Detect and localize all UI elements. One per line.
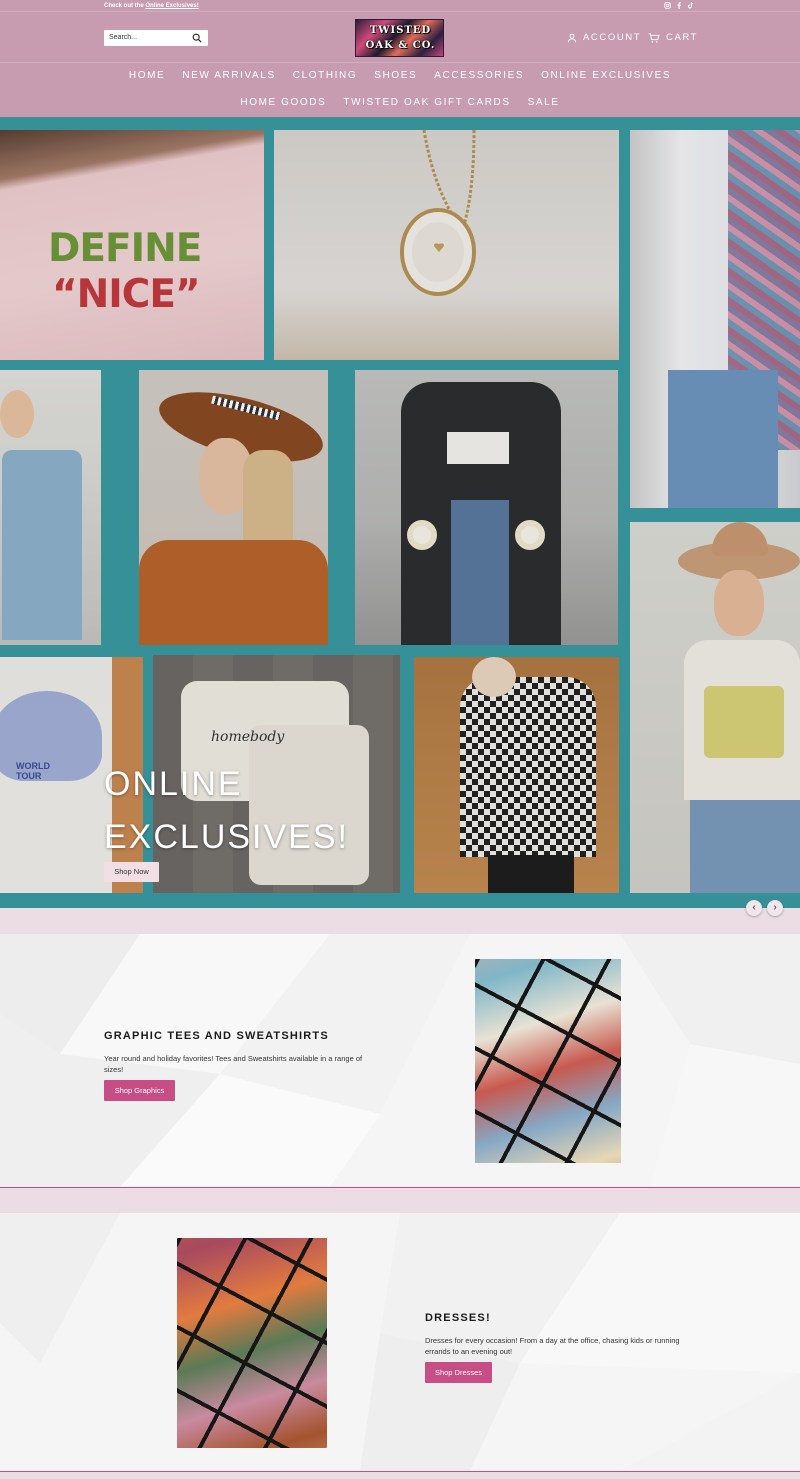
graphic-section-text: Year round and holiday favorites! Tees a…: [104, 1054, 363, 1074]
nav-shoes[interactable]: SHOES: [374, 70, 417, 81]
logo-text: TWISTED OAK & CO.: [356, 23, 445, 53]
logo-line1: TWISTED: [369, 25, 432, 36]
hero-title-line2: EXCLUSIVES!: [104, 818, 349, 856]
tiktok-icon[interactable]: [687, 2, 693, 9]
nav-gift-cards[interactable]: TWISTED OAK GIFT CARDS: [343, 97, 510, 108]
nav-home[interactable]: HOME: [129, 70, 165, 81]
search-icon[interactable]: [192, 33, 202, 43]
cart-label: CART: [666, 32, 699, 43]
dresses-section-title: DRESSES!: [425, 1312, 491, 1324]
shop-graphics-button[interactable]: Shop Graphics: [104, 1080, 175, 1101]
announcement-link[interactable]: Online Exclusives!: [145, 3, 198, 9]
user-icon: [567, 33, 577, 42]
graphic-section-title: GRAPHIC TEES AND SWEATSHIRTS: [104, 1030, 329, 1042]
facebook-icon[interactable]: [676, 2, 682, 9]
hero-title-line1: ONLINE: [104, 765, 243, 803]
shop-dresses-button[interactable]: Shop Dresses: [425, 1362, 492, 1383]
slider-next-button[interactable]: ›: [767, 900, 783, 916]
chevron-left-icon: ‹: [752, 902, 756, 913]
slider-prev-button[interactable]: ‹: [746, 900, 762, 916]
search-box[interactable]: Search...: [104, 30, 208, 46]
hero-title: ONLINE EXCLUSIVES!: [104, 758, 349, 864]
main-nav-row1: HOME NEW ARRIVALS CLOTHING SHOES ACCESSO…: [0, 70, 800, 81]
announcement-prefix: Check out the: [104, 3, 146, 9]
header-divider: [0, 11, 800, 12]
nav-sale[interactable]: SALE: [528, 97, 560, 108]
dresses-collage: [177, 1238, 327, 1448]
nav-new-arrivals[interactable]: NEW ARRIVALS: [182, 70, 275, 81]
shop-now-button[interactable]: Shop Now: [104, 862, 159, 882]
slider-controls-bar: [0, 908, 800, 934]
section-band: [0, 1472, 800, 1479]
cart-link[interactable]: CART: [648, 32, 698, 43]
social-links: [664, 2, 693, 9]
nav-online-exclusives[interactable]: ONLINE EXCLUSIVES: [541, 70, 671, 81]
announcement-bar: Check out the Online Exclusives!: [104, 3, 199, 9]
nav-clothing[interactable]: CLOTHING: [293, 70, 357, 81]
main-nav-row2: HOME GOODS TWISTED OAK GIFT CARDS SALE: [0, 97, 800, 108]
instagram-icon[interactable]: [664, 2, 671, 9]
graphic-tees-section: GRAPHIC TEES AND SWEATSHIRTS Year round …: [0, 934, 800, 1187]
header-divider: [0, 62, 800, 63]
collage-tiles: [177, 1238, 327, 1448]
dresses-section-text: Dresses for every occasion! From a day a…: [425, 1336, 680, 1356]
site-header: Check out the Online Exclusives! Search.…: [0, 0, 800, 117]
graphic-tees-collage: [475, 959, 621, 1163]
nav-accessories[interactable]: ACCESSORIES: [434, 70, 524, 81]
chevron-right-icon: ›: [773, 902, 777, 913]
hero-banner[interactable]: DEFINE “NICE” WORLD TOUR homebody ONLINE…: [0, 117, 800, 908]
account-link[interactable]: ACCOUNT: [567, 32, 641, 43]
logo-line2: OAK & CO.: [365, 40, 436, 51]
collage-tiles: [475, 959, 621, 1163]
dresses-section: DRESSES! Dresses for every occasion! Fro…: [0, 1213, 800, 1471]
section-band: [0, 1188, 800, 1213]
cart-icon: [648, 32, 660, 43]
site-logo[interactable]: TWISTED OAK & CO.: [355, 19, 444, 57]
account-label: ACCOUNT: [583, 32, 642, 43]
search-input[interactable]: Search...: [109, 34, 137, 41]
nav-home-goods[interactable]: HOME GOODS: [240, 97, 326, 108]
